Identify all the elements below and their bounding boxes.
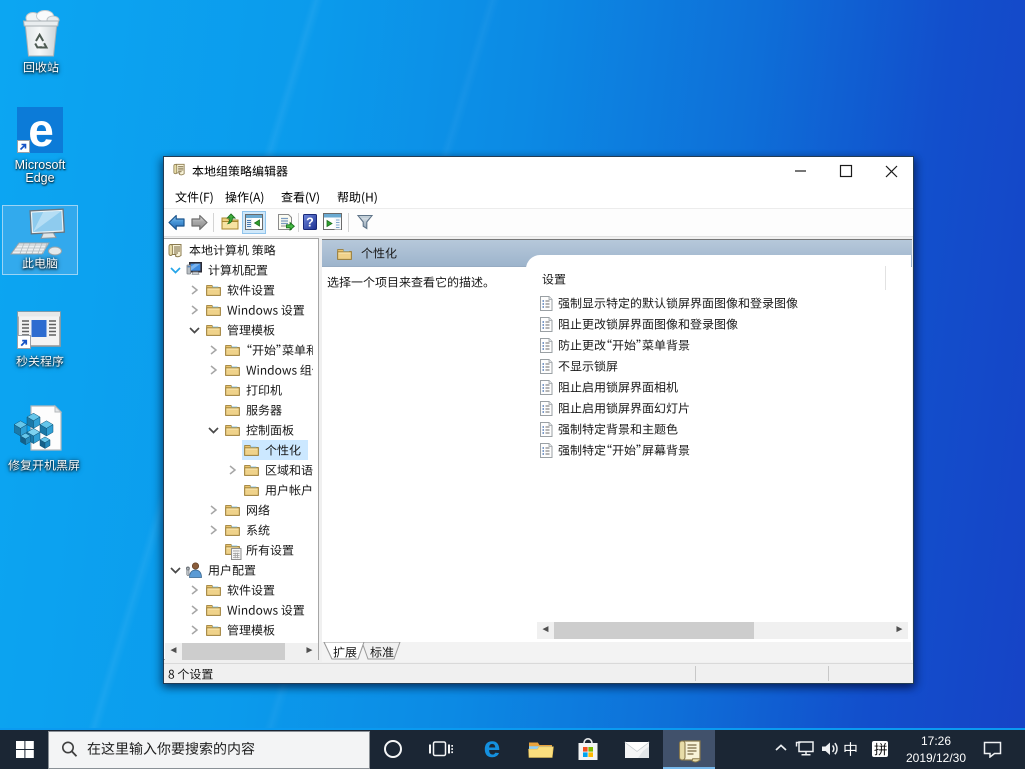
svg-text:e: e [28,107,54,153]
svg-text:?: ? [306,216,314,230]
